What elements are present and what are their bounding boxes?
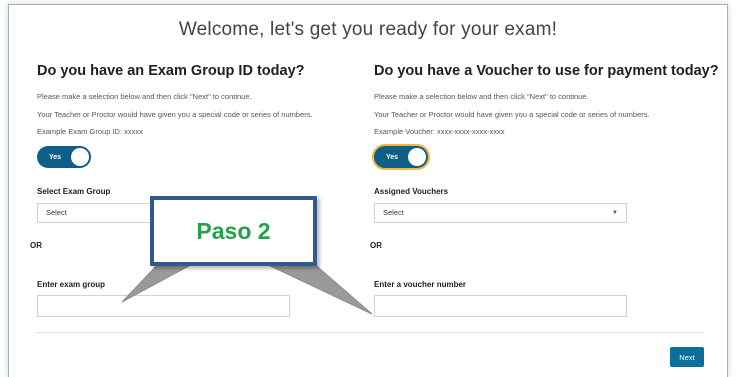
exam-group-hint-2: Your Teacher or Proctor would have given…	[37, 109, 313, 119]
voucher-hint-1: Please make a selection below and then c…	[374, 92, 589, 101]
exam-setup-panel: Welcome, let's get you ready for your ex…	[8, 4, 728, 377]
voucher-select[interactable]: Select ▼	[374, 203, 627, 223]
footer-divider	[35, 332, 705, 333]
enter-exam-group-label: Enter exam group	[37, 280, 106, 289]
select-exam-group-label: Select Exam Group	[37, 187, 111, 196]
voucher-toggle[interactable]: Yes	[374, 146, 428, 168]
voucher-hint-3: Example Voucher: xxxx-xxxx-xxxx-xxxx	[374, 127, 505, 136]
toggle-knob	[408, 148, 426, 166]
chevron-down-icon: ▼	[612, 210, 618, 216]
exam-group-toggle-label: Yes	[49, 153, 62, 161]
next-button[interactable]: Next	[670, 347, 704, 367]
exam-group-select-value: Select	[46, 208, 67, 217]
toggle-knob	[71, 148, 89, 166]
voucher-or-text: OR	[370, 241, 382, 250]
exam-group-hint-1: Please make a selection below and then c…	[37, 92, 252, 101]
callout-box: Paso 2	[150, 196, 317, 266]
exam-group-or-text: OR	[30, 241, 42, 250]
exam-group-hint-3: Example Exam Group ID: xxxxx	[37, 127, 143, 136]
page-title: Welcome, let's get you ready for your ex…	[178, 19, 558, 40]
voucher-heading: Do you have a Voucher to use for payment…	[374, 63, 719, 79]
exam-group-heading: Do you have an Exam Group ID today?	[37, 63, 305, 79]
voucher-section: Do you have a Voucher to use for payment…	[374, 63, 724, 141]
exam-group-toggle[interactable]: Yes	[37, 146, 91, 168]
exam-group-input[interactable]	[37, 295, 290, 317]
assigned-vouchers-label: Assigned Vouchers	[374, 187, 449, 196]
exam-group-section: Do you have an Exam Group ID today? Plea…	[37, 63, 367, 141]
voucher-input[interactable]	[374, 295, 627, 317]
callout-text: Paso 2	[196, 217, 271, 244]
voucher-hint-2: Your Teacher or Proctor would have given…	[374, 109, 650, 119]
voucher-select-value: Select	[383, 208, 404, 217]
voucher-toggle-label: Yes	[386, 153, 399, 161]
enter-voucher-label: Enter a voucher number	[374, 280, 467, 289]
